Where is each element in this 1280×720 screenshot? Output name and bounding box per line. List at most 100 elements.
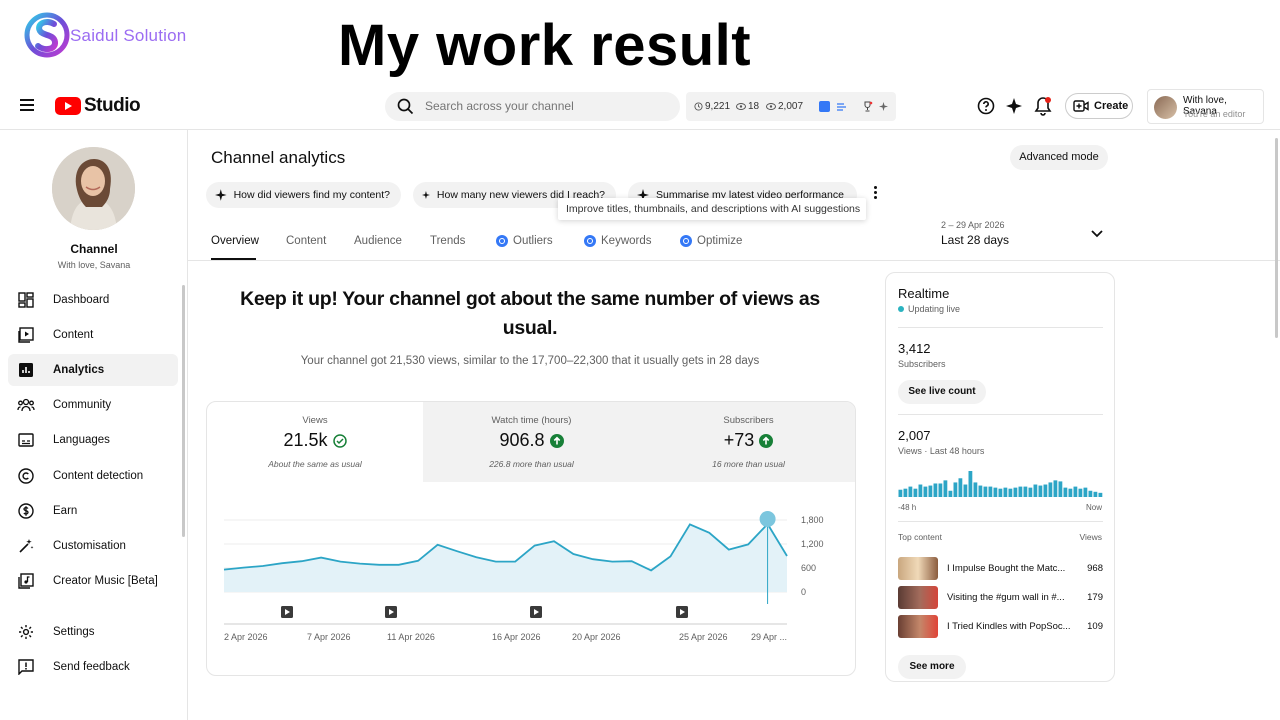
- account-role: You're an editor: [1183, 109, 1246, 119]
- tooltip: Improve titles, thumbnails, and descript…: [558, 198, 866, 220]
- tab-content[interactable]: Content: [286, 235, 326, 247]
- metric-label: Subscribers: [723, 415, 774, 426]
- date-range-picker[interactable]: 2 – 29 Apr 2026 Last 28 days: [941, 220, 1009, 247]
- x-tick-label: 25 Apr 2026: [679, 632, 728, 642]
- more-options-icon[interactable]: [874, 186, 878, 201]
- sidebar-item-label: Creator Music [Beta]: [53, 575, 158, 587]
- portrait-image: [52, 147, 135, 230]
- sidebar-item-earn[interactable]: Earn: [8, 495, 178, 527]
- metric-label: Watch time (hours): [491, 415, 572, 426]
- list-icon[interactable]: [836, 101, 847, 112]
- realtime-bar: [973, 482, 978, 497]
- tab-audience[interactable]: Audience: [354, 235, 402, 247]
- sidebar-item-label: Analytics: [53, 364, 105, 376]
- sidebar-item-community[interactable]: Community: [8, 389, 178, 421]
- divider: [898, 521, 1103, 522]
- top-content-row[interactable]: I Impulse Bought the Matc... 968: [898, 557, 1103, 581]
- top-bar: Studio 9,221 18 2,007 Create: [0, 84, 1280, 130]
- realtime-bar: [948, 490, 953, 497]
- extension-icon[interactable]: [819, 101, 830, 112]
- chip-label: How did viewers find my content?: [233, 189, 390, 201]
- stat-realtime-value: 2,007: [778, 101, 804, 112]
- search-bar[interactable]: [385, 92, 680, 121]
- metric-watch-time[interactable]: Watch time (hours) 906.8 226.8 more than…: [423, 402, 640, 482]
- tab-overview[interactable]: Overview: [211, 235, 259, 247]
- views-column-heading: Views: [1079, 532, 1102, 542]
- metric-value: +73: [723, 430, 755, 450]
- realtime-bar: [1008, 488, 1013, 497]
- stat-views-value: 18: [748, 101, 760, 112]
- realtime-bar: [923, 486, 928, 497]
- metric-views[interactable]: Views 21.5k About the same as usual: [207, 402, 423, 482]
- menu-icon[interactable]: [20, 99, 34, 111]
- youtube-logo-icon[interactable]: [55, 97, 81, 115]
- video-views: 968: [1087, 563, 1103, 574]
- chevron-down-icon[interactable]: [1090, 229, 1104, 239]
- tab-outliers[interactable]: Outliers: [496, 235, 553, 247]
- sparkle-icon: [422, 191, 430, 199]
- advanced-mode-button[interactable]: Advanced mode: [1010, 145, 1108, 170]
- music-icon: [18, 573, 34, 589]
- sidebar-item-label: Earn: [53, 505, 78, 517]
- live-dot-icon: [898, 306, 904, 312]
- channel-avatar[interactable]: [52, 147, 135, 230]
- realtime-bar-chart[interactable]: [898, 469, 1103, 497]
- sidebar-item-dashboard[interactable]: Dashboard: [8, 284, 178, 316]
- video-thumbnail: [898, 557, 938, 580]
- notifications-icon[interactable]: [1034, 96, 1052, 116]
- top-content-row[interactable]: I Tried Kindles with PopSoc... 109: [898, 615, 1103, 639]
- x-tick-label: 7 Apr 2026: [307, 632, 351, 642]
- summary-subtext: Your channel got 21,530 views, similar t…: [300, 355, 760, 367]
- help-icon[interactable]: [977, 97, 995, 115]
- tab-optimize[interactable]: Optimize: [680, 235, 742, 247]
- sidebar-item-settings[interactable]: Settings: [8, 616, 178, 648]
- sparkle-small-icon[interactable]: [878, 101, 889, 112]
- analytics-icon: [19, 363, 33, 377]
- sidebar-item-send-feedback[interactable]: Send feedback: [8, 651, 178, 683]
- realtime-bar: [983, 486, 988, 497]
- tab-label: Trends: [430, 235, 466, 247]
- sidebar-item-content[interactable]: Content: [8, 319, 178, 351]
- stat-clock: 9,221: [694, 101, 730, 112]
- see-more-button[interactable]: See more: [898, 655, 966, 679]
- sidebar-item-languages[interactable]: Languages: [8, 424, 178, 456]
- see-live-count-button[interactable]: See live count: [898, 380, 986, 404]
- metric-value: 906.8: [499, 430, 545, 450]
- search-input[interactable]: [425, 99, 665, 113]
- realtime-bar: [1013, 487, 1018, 497]
- account-switcher[interactable]: With love, Savana You're an editor: [1147, 89, 1264, 124]
- gear-icon: [19, 625, 33, 639]
- extension-dot-icon: [680, 235, 692, 247]
- sidebar-item-analytics[interactable]: Analytics: [8, 354, 178, 386]
- sidebar-item-label: Content detection: [53, 470, 144, 482]
- tab-trends[interactable]: Trends: [430, 235, 465, 247]
- create-label: Create: [1094, 100, 1129, 112]
- extension-stats: 9,221 18 2,007: [686, 92, 896, 121]
- y-tick-label: 600: [801, 563, 816, 573]
- sidebar-scrollbar[interactable]: [182, 285, 185, 537]
- brand-name: Saidul Solution: [70, 26, 187, 45]
- sidebar-item-customisation[interactable]: Customisation: [8, 530, 178, 562]
- create-button[interactable]: Create: [1065, 93, 1133, 119]
- page-scrollbar[interactable]: [1275, 138, 1278, 338]
- views-chart[interactable]: 0 600 1,200 1,800 2 Apr 2026 7 Apr 2026 11 Apr…: [207, 482, 856, 676]
- sidebar-item-content-detection[interactable]: Content detection: [8, 460, 178, 492]
- studio-label[interactable]: Studio: [84, 95, 141, 117]
- tabs-divider: [188, 260, 1280, 261]
- metric-subscribers[interactable]: Subscribers +73 16 more than usual: [640, 402, 855, 482]
- languages-icon: [18, 433, 34, 447]
- realtime-bar: [918, 484, 923, 497]
- tab-label: Overview: [211, 235, 259, 247]
- subscribers-count: 3,412: [898, 341, 931, 356]
- realtime-bar: [1033, 484, 1038, 497]
- tab-keywords[interactable]: Keywords: [584, 235, 652, 247]
- realtime-views-label: Views · Last 48 hours: [898, 446, 985, 456]
- realtime-bar: [933, 483, 938, 497]
- video-views: 179: [1087, 592, 1103, 603]
- sidebar-item-creator-music[interactable]: Creator Music [Beta]: [8, 565, 178, 597]
- milestone-icon: [759, 511, 776, 527]
- sparkle-icon[interactable]: [1005, 97, 1023, 115]
- ai-prompt-chip-1[interactable]: How did viewers find my content?: [206, 182, 401, 208]
- top-content-row[interactable]: Visiting the #gum wall in #... 179: [898, 586, 1103, 610]
- trophy-icon[interactable]: [862, 101, 873, 112]
